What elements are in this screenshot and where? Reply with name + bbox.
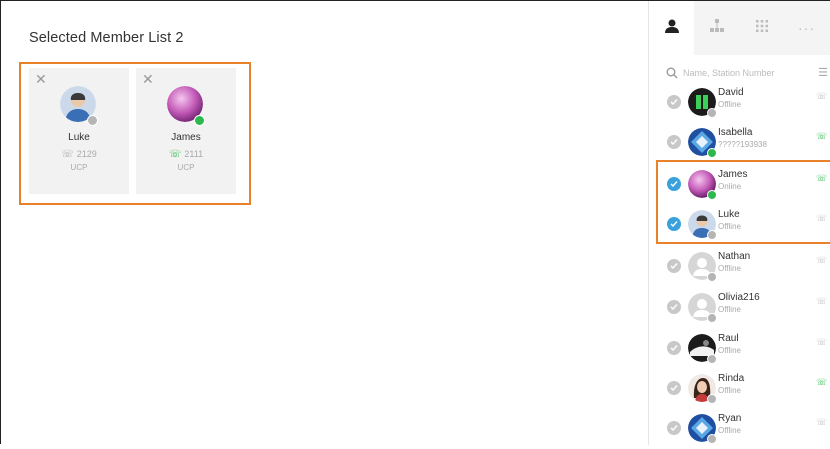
- contact-name: Rinda: [718, 373, 745, 384]
- contact-name: Raul: [718, 333, 739, 344]
- list-menu-icon[interactable]: ☰: [818, 66, 828, 79]
- contact-row-raul[interactable]: Raul Offline ☏: [649, 329, 830, 369]
- contact-name: David: [718, 87, 744, 98]
- contact-row-nathan[interactable]: Nathan Offline ☏: [649, 247, 830, 287]
- status-dot: [707, 354, 717, 364]
- call-icon[interactable]: ☏: [816, 417, 827, 428]
- tab-dialpad[interactable]: [739, 1, 784, 55]
- call-icon[interactable]: ☏: [816, 377, 827, 388]
- contact-name: Olivia216: [718, 292, 760, 303]
- panel-tabs: ···: [649, 1, 830, 55]
- contact-status-text: Offline: [718, 305, 741, 314]
- more-icon: ···: [798, 20, 815, 36]
- select-checkbox[interactable]: [667, 341, 681, 355]
- call-icon[interactable]: ☏: [816, 296, 827, 307]
- contact-name: Ryan: [718, 413, 742, 424]
- selected-members-pane: Selected Member List 2 ✕ Luke ☏ 2129 UCP …: [1, 1, 648, 445]
- search-input[interactable]: [681, 64, 805, 82]
- contact-status-text: Offline: [718, 426, 741, 435]
- contact-status-text: ?????193938: [718, 140, 767, 149]
- select-checkbox[interactable]: [667, 135, 681, 149]
- status-dot: [707, 313, 717, 323]
- select-checkbox[interactable]: [667, 259, 681, 273]
- call-icon[interactable]: ☏: [816, 91, 827, 102]
- select-checkbox[interactable]: [667, 300, 681, 314]
- select-checkbox[interactable]: [667, 421, 681, 435]
- contact-row-rinda[interactable]: Rinda Offline ☏: [649, 369, 830, 409]
- select-checkbox[interactable]: [667, 381, 681, 395]
- contact-status-text: Offline: [718, 100, 741, 109]
- contact-status-text: Offline: [718, 346, 741, 355]
- tab-organization[interactable]: [694, 1, 739, 55]
- call-icon[interactable]: ☏: [816, 131, 827, 142]
- status-dot: [707, 434, 717, 444]
- tab-contacts[interactable]: [649, 1, 694, 55]
- selection-highlight: [19, 62, 251, 205]
- contact-status-text: Offline: [718, 264, 741, 273]
- person-icon: [664, 18, 680, 39]
- contact-row-isabella[interactable]: Isabella ?????193938 ☏: [649, 123, 830, 163]
- call-icon[interactable]: ☏: [816, 255, 827, 266]
- search-icon: [666, 66, 678, 84]
- status-dot: [707, 394, 717, 404]
- contact-row-ryan[interactable]: Ryan Offline ☏: [649, 409, 830, 449]
- contact-row-david[interactable]: David Offline ☏: [649, 83, 830, 123]
- select-checkbox[interactable]: [667, 95, 681, 109]
- page-title: Selected Member List 2: [29, 30, 184, 46]
- status-dot: [707, 148, 717, 158]
- org-chart-icon: [709, 18, 725, 39]
- contact-status-text: Offline: [718, 386, 741, 395]
- selection-highlight: [656, 160, 830, 244]
- dialpad-icon: [754, 18, 770, 39]
- status-dot: [707, 108, 717, 118]
- call-icon[interactable]: ☏: [816, 337, 827, 348]
- tab-more[interactable]: ···: [784, 1, 829, 55]
- contact-row-olivia216[interactable]: Olivia216 Offline ☏: [649, 288, 830, 328]
- contact-name: Isabella: [718, 127, 753, 138]
- status-dot: [707, 272, 717, 282]
- contact-name: Nathan: [718, 251, 751, 262]
